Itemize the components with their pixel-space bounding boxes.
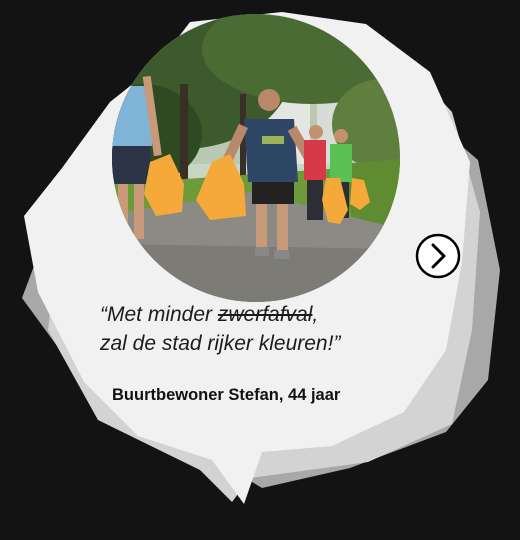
park-cleanup-scene bbox=[112, 14, 400, 302]
quote-attribution: Buurtbewoner Stefan, 44 jaar bbox=[112, 386, 341, 404]
testimonial-card: “Met minder zwerfafval, zal de stad rijke… bbox=[0, 0, 520, 540]
chevron-right-circle-icon bbox=[415, 233, 461, 279]
testimonial-quote: “Met minder zwerfafval, zal de stad rijke… bbox=[100, 300, 430, 358]
quote-line-2: zal de stad rijker kleuren! bbox=[100, 332, 334, 355]
quote-struck-word: zwerfafval bbox=[217, 303, 313, 326]
quote-text-after: , bbox=[312, 303, 319, 326]
next-button[interactable] bbox=[415, 233, 461, 279]
quote-open-mark: “ bbox=[100, 303, 107, 326]
volunteer-photo bbox=[112, 14, 400, 302]
quote-close-mark: ” bbox=[333, 332, 341, 355]
quote-text-before: Met minder bbox=[107, 303, 218, 326]
